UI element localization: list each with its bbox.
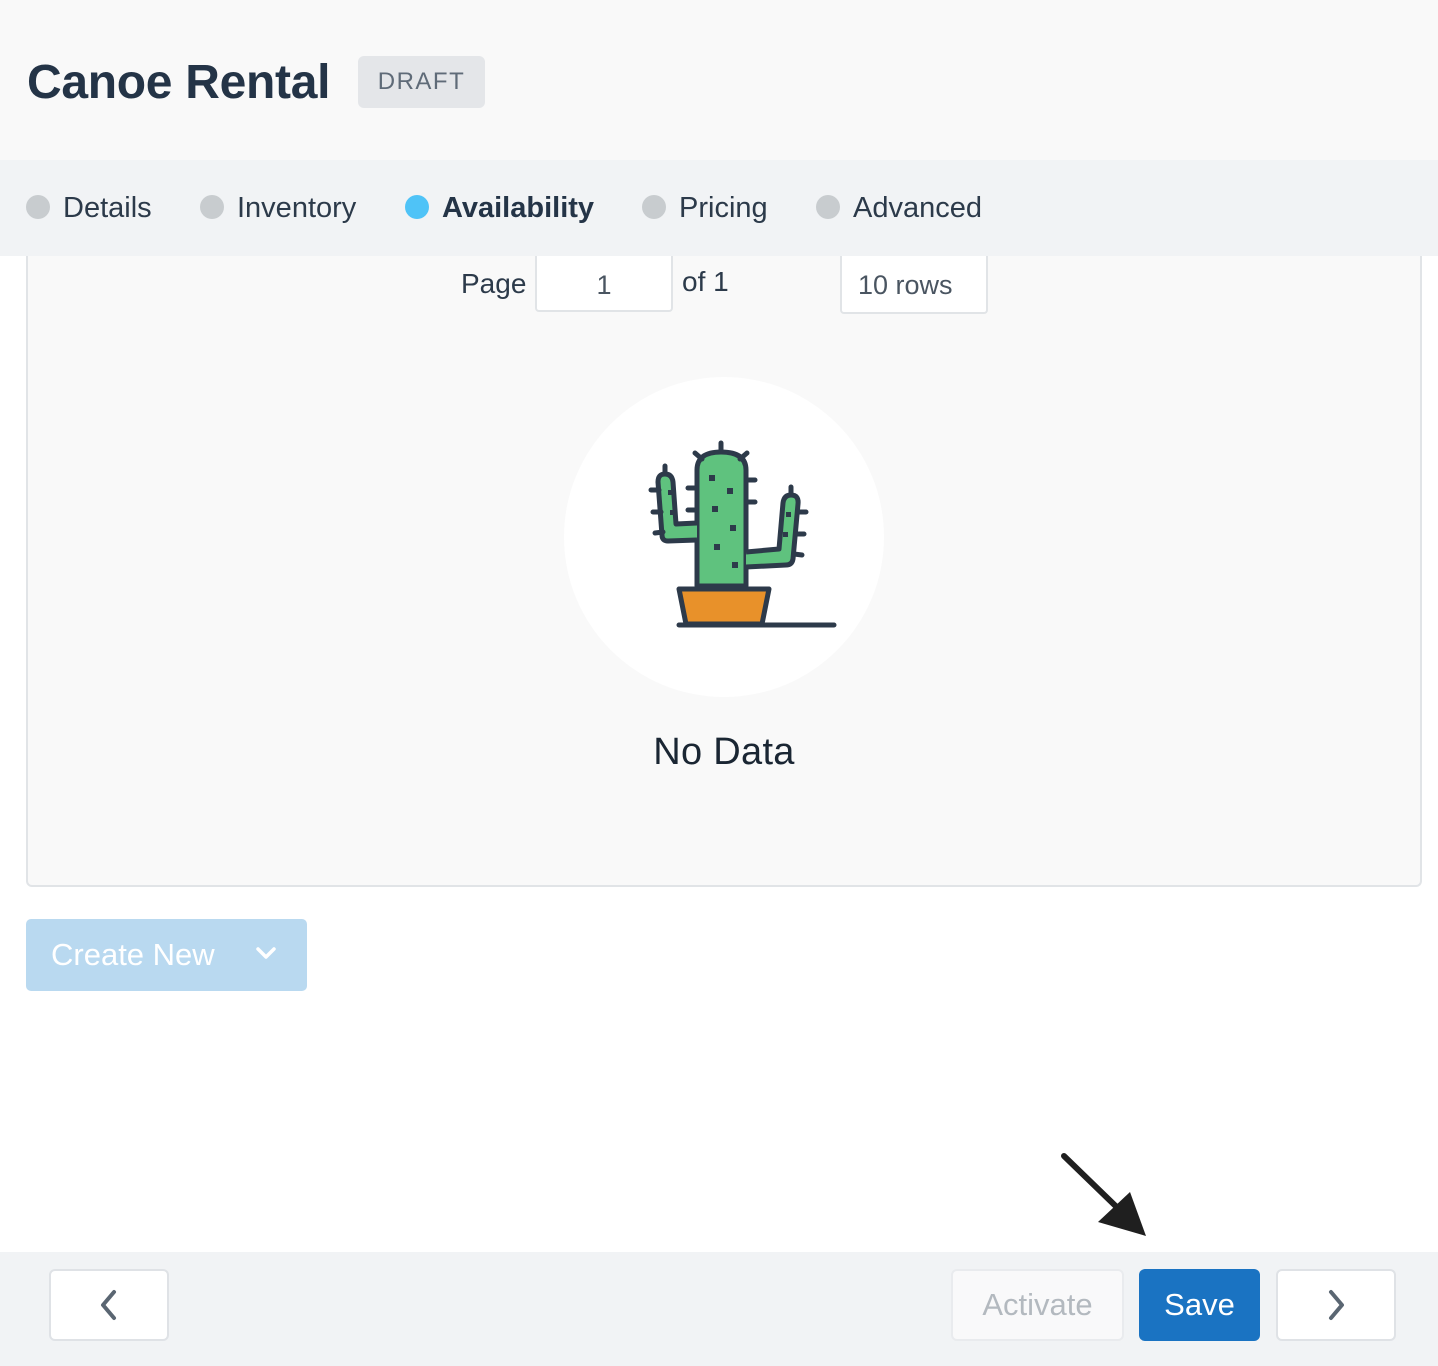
next-step-button[interactable]	[1276, 1269, 1396, 1341]
tab-label: Details	[63, 192, 152, 224]
tab-availability[interactable]: Availability	[405, 190, 594, 226]
tab-advanced[interactable]: Advanced	[816, 190, 982, 226]
page-number-input[interactable]: 1	[535, 256, 673, 312]
empty-state-message: No Data	[653, 731, 795, 773]
step-dot-icon	[200, 195, 224, 219]
tab-details[interactable]: Details	[26, 190, 152, 226]
chevron-left-icon	[101, 1290, 116, 1320]
activate-button[interactable]: Activate	[951, 1269, 1124, 1341]
page-title: Canoe Rental	[27, 56, 331, 109]
step-tabs: Details Inventory Availability Pricing A…	[0, 160, 1438, 256]
annotation-arrow-icon	[1061, 1153, 1146, 1236]
page-header: Canoe Rental DRAFT	[0, 0, 1438, 160]
tab-label: Pricing	[679, 192, 768, 224]
cactus-icon	[648, 440, 837, 628]
previous-step-button[interactable]	[49, 1269, 169, 1341]
save-button[interactable]: Save	[1139, 1269, 1260, 1341]
page-total-label: of 1	[682, 266, 729, 297]
tab-inventory[interactable]: Inventory	[200, 190, 356, 226]
page-label: Page	[461, 268, 527, 299]
tab-label: Advanced	[853, 192, 982, 224]
availability-table-panel: Page 1 of 1 10 rows No Data	[26, 256, 1422, 887]
step-dot-icon	[26, 195, 50, 219]
footer-bar: Activate Save	[0, 1252, 1438, 1366]
chevron-down-icon	[256, 947, 276, 959]
create-new-label: Create New	[51, 937, 215, 972]
step-dot-icon	[816, 195, 840, 219]
chevron-right-icon	[1329, 1290, 1344, 1320]
tab-label: Inventory	[237, 192, 357, 224]
step-dot-icon	[642, 195, 666, 219]
step-dot-icon	[405, 195, 429, 219]
tab-pricing[interactable]: Pricing	[642, 190, 768, 226]
create-new-button[interactable]: Create New	[26, 919, 307, 991]
tab-label: Availability	[442, 192, 595, 224]
status-badge: DRAFT	[358, 56, 485, 108]
rows-per-page-select[interactable]: 10 rows	[840, 256, 988, 314]
